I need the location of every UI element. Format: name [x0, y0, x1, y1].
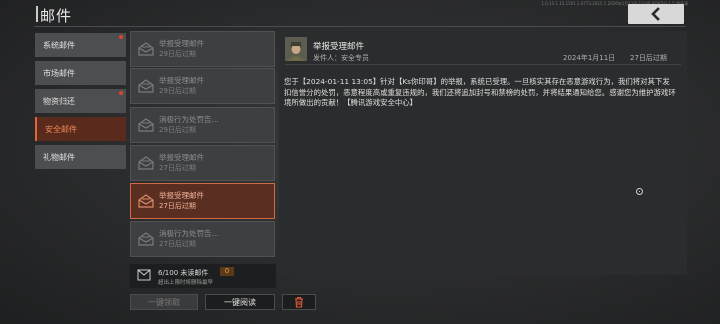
mail-date: 2024年1月11日 [563, 54, 616, 62]
envelope-open-icon [138, 79, 154, 93]
notification-dot [119, 35, 123, 39]
envelope-open-icon [138, 42, 154, 56]
unread-badge: 0 [220, 267, 234, 276]
mail-title: 举报受理邮件 [159, 76, 204, 85]
page-title: 邮件 [40, 7, 73, 25]
category-security-mail[interactable]: 安全邮件 [35, 117, 126, 141]
category-label: 系统邮件 [43, 40, 75, 50]
mail-item[interactable]: 举报受理邮件 29日后过期 [130, 31, 275, 67]
mail-title: 举报受理邮件 [159, 39, 204, 48]
envelope-open-icon [138, 194, 154, 208]
mail-expiry: 27日后过期 [159, 240, 196, 248]
read-all-button[interactable]: 一键阅读 [205, 294, 275, 310]
unread-count: 6/100 未读邮件 [158, 269, 209, 277]
category-label: 安全邮件 [45, 124, 77, 134]
trash-icon [295, 296, 303, 308]
envelope-open-icon [138, 118, 154, 132]
category-label: 市场邮件 [43, 68, 75, 78]
category-market-mail[interactable]: 市场邮件 [35, 61, 126, 85]
envelope-open-icon [138, 232, 154, 246]
detail-divider [285, 64, 681, 65]
mail-detail-title: 举报受理邮件 [313, 42, 365, 52]
mail-list: 举报受理邮件 29日后过期 举报受理邮件 29日后过期 消极行为处罚告... 29日后… [130, 31, 276, 289]
unread-note: 超出上限时将删除最早 [158, 280, 214, 286]
mail-title: 消极行为处罚告... [159, 115, 219, 124]
delete-button[interactable] [282, 294, 316, 310]
mail-title: 举报受理邮件 [159, 153, 204, 162]
category-label: 礼物邮件 [43, 152, 75, 162]
mail-item[interactable]: 举报受理邮件 27日后过期 [130, 145, 275, 181]
mail-title: 消极行为处罚告... [159, 229, 219, 238]
mail-item[interactable]: 举报受理邮件 29日后过期 [130, 68, 275, 104]
category-supply-return[interactable]: 物资归还 [35, 89, 126, 113]
mail-expiry: 29日后过期 [159, 126, 196, 134]
mail-detail-expiry: 27日后过期 [630, 54, 667, 62]
unread-summary: 6/100 未读邮件 0 超出上限时将删除最早 [130, 264, 276, 288]
envelope-open-icon [138, 156, 154, 170]
mail-body: 您于【2024-01-11 13:05】针对【Ks你印哥】的举报，系统已受理。一… [284, 77, 676, 107]
mail-expiry: 29日后过期 [159, 50, 196, 58]
mail-expiry: 27日后过期 [159, 164, 196, 172]
mail-expiry: 29日后过期 [159, 87, 196, 95]
notification-dot [119, 91, 123, 95]
back-button[interactable] [628, 4, 684, 24]
sender-avatar [285, 37, 307, 61]
mail-detail: 举报受理邮件 发件人：安全专员 2024年1月11日 27日后过期 您于【202… [279, 31, 687, 275]
category-label: 物资归还 [43, 96, 75, 106]
mail-title: 举报受理邮件 [159, 191, 204, 200]
mail-expiry: 27日后过期 [159, 202, 196, 210]
header-accent-bar [36, 6, 38, 22]
category-system-mail[interactable]: 系统邮件 [35, 33, 126, 57]
mail-item-selected[interactable]: 举报受理邮件 27日后过期 [130, 183, 275, 219]
claim-all-button[interactable]: 一键领取 [130, 294, 198, 310]
mail-item[interactable]: 消极行为处罚告... 27日后过期 [130, 221, 275, 257]
mail-item[interactable]: 消极行为处罚告... 29日后过期 [130, 107, 275, 143]
header-divider [34, 26, 686, 27]
mail-sender: 发件人：安全专员 [313, 54, 369, 62]
mail-icon [137, 269, 151, 281]
chevron-left-icon [651, 7, 660, 21]
category-gift-mail[interactable]: 礼物邮件 [35, 145, 126, 169]
crosshair-cursor [636, 188, 643, 195]
